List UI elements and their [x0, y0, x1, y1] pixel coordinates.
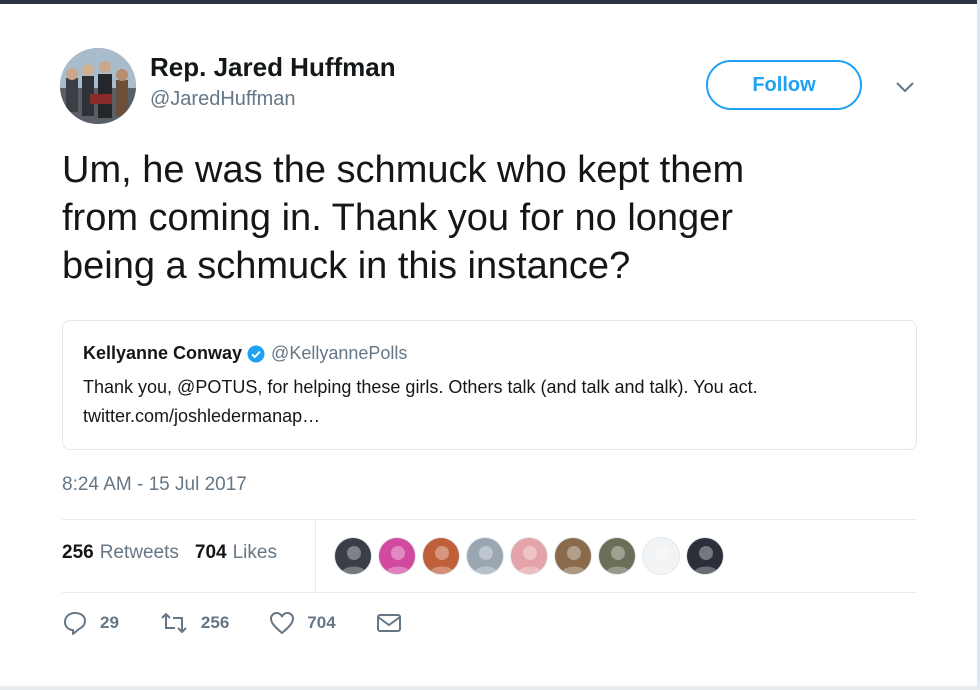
retweets-count: 256	[62, 542, 94, 563]
divider	[62, 519, 917, 520]
tweet-timestamp[interactable]: 8:24 AM - 15 Jul 2017	[62, 474, 247, 496]
tweet-actions: 29 256 704	[62, 610, 442, 636]
liker-avatar-1[interactable]	[334, 537, 372, 575]
retweet-icon	[159, 610, 189, 636]
liker-avatar-3[interactable]	[422, 537, 460, 575]
retweets-label: Retweets	[99, 542, 179, 563]
like-count: 704	[307, 613, 336, 632]
quoted-author-name: Kellyanne Conway	[83, 343, 243, 363]
divider	[62, 592, 917, 593]
direct-message-button[interactable]	[376, 612, 402, 634]
reply-count: 29	[100, 613, 119, 632]
retweets-stat[interactable]: 256 Retweets	[62, 542, 179, 564]
liker-avatar-8[interactable]	[642, 537, 680, 575]
liker-avatar-5[interactable]	[510, 537, 548, 575]
heart-icon	[269, 611, 295, 635]
likes-label: Likes	[232, 542, 277, 563]
liker-avatar-6[interactable]	[554, 537, 592, 575]
liker-avatar-2[interactable]	[378, 537, 416, 575]
stats-divider	[315, 520, 316, 592]
reply-button[interactable]: 29	[62, 610, 119, 636]
author-name[interactable]: Rep. Jared Huffman	[150, 52, 396, 83]
tweet-text: Um, he was the schmuck who kept them fro…	[62, 149, 745, 287]
quoted-tweet[interactable]: Kellyanne Conway @KellyannePolls Thank y…	[62, 320, 917, 450]
retweet-count: 256	[200, 613, 230, 632]
likes-count: 704	[194, 542, 227, 563]
window-bottom-edge	[0, 686, 980, 690]
follow-button[interactable]: Follow	[706, 60, 862, 110]
likes-stat[interactable]: 704 Likes	[195, 542, 277, 564]
like-button[interactable]: 704	[269, 611, 336, 635]
tweet-stats: 256 Retweets 704 Likes	[62, 542, 277, 564]
window-top-bar	[0, 0, 980, 4]
author-handle[interactable]: @JaredHuffman	[150, 88, 296, 111]
quoted-tweet-header: Kellyanne Conway @KellyannePolls	[83, 343, 407, 364]
retweet-button[interactable]: 256	[159, 610, 229, 636]
verified-badge-icon	[247, 345, 265, 363]
likers-avatars	[334, 537, 730, 575]
reply-icon	[62, 610, 88, 636]
quoted-tweet-text: Thank you, @POTUS, for helping these gir…	[83, 377, 758, 426]
quoted-author-handle: @KellyannePolls	[271, 343, 408, 363]
liker-avatar-9[interactable]	[686, 537, 724, 575]
envelope-icon	[376, 612, 402, 634]
author-avatar[interactable]	[60, 48, 136, 124]
chevron-down-icon[interactable]	[892, 76, 918, 98]
liker-avatar-4[interactable]	[466, 537, 504, 575]
liker-avatar-7[interactable]	[598, 537, 636, 575]
